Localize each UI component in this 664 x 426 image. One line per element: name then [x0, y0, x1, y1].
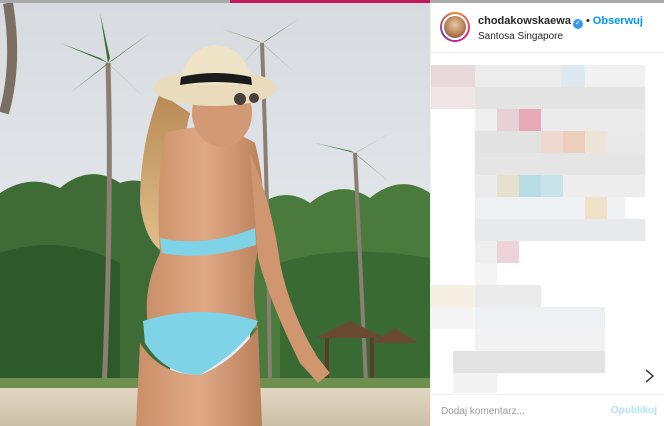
comment-input[interactable]: [441, 403, 601, 419]
post-side-panel: chodakowskaewa ✓ • Obserwuj Santosa Singapo…: [430, 3, 664, 426]
chevron-right-icon[interactable]: [645, 369, 654, 383]
separator-dot: •: [585, 15, 590, 27]
post-photo[interactable]: [0, 3, 430, 426]
follow-button[interactable]: Obserwuj: [593, 15, 643, 27]
beach-photo: [0, 3, 430, 426]
location-link[interactable]: Santosa Singapore: [478, 31, 563, 42]
username-link[interactable]: chodakowskaewa: [478, 15, 571, 27]
verified-badge-icon: ✓: [572, 19, 583, 29]
username-row: chodakowskaewa ✓ • Obserwuj: [478, 15, 643, 29]
avatar[interactable]: [440, 12, 470, 42]
publish-button[interactable]: Opublikuj: [611, 405, 657, 416]
comment-footer: Opublikuj: [431, 394, 664, 426]
avatar-image: [442, 14, 468, 40]
comments-area-pixelated: [431, 53, 664, 393]
post-header: chodakowskaewa ✓ • Obserwuj Santosa Singapo…: [431, 3, 664, 53]
